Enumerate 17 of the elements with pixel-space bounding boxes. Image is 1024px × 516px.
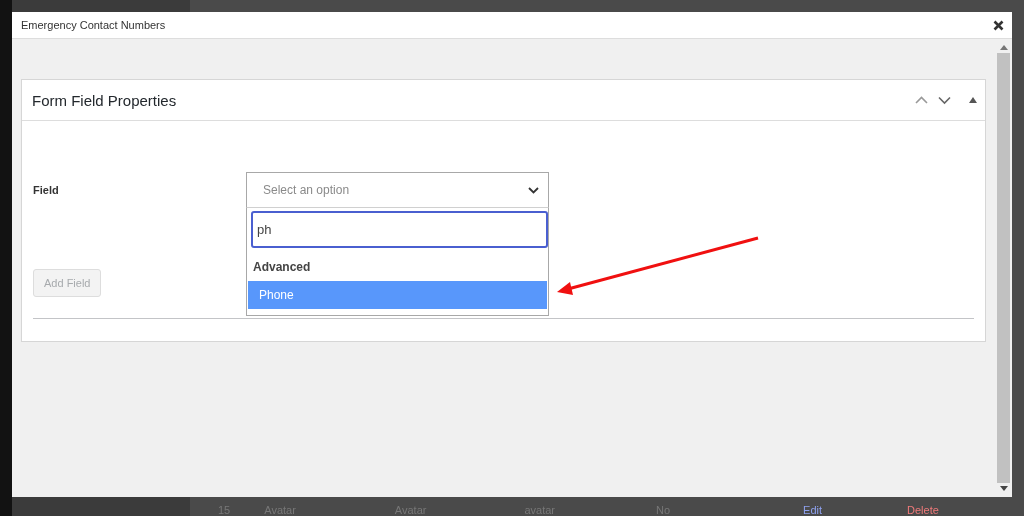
select-placeholder: Select an option bbox=[263, 183, 350, 197]
field-select[interactable]: Select an option bbox=[246, 172, 549, 208]
dialog-title: Emergency Contact Numbers bbox=[21, 19, 166, 31]
edit-link[interactable]: Edit bbox=[803, 505, 823, 516]
search-field[interactable]: ph bbox=[251, 211, 548, 248]
chevron-down-icon[interactable] bbox=[527, 185, 540, 195]
scroll-down-icon[interactable] bbox=[999, 486, 1008, 491]
field-label: Field bbox=[33, 184, 60, 196]
chevron-up-icon[interactable] bbox=[915, 95, 928, 105]
panel-title: Form Field Properties bbox=[32, 91, 177, 109]
scrollbar-thumb[interactable] bbox=[997, 53, 1010, 483]
dropdown-option[interactable]: Phone bbox=[248, 281, 547, 309]
collapse-triangle-icon[interactable] bbox=[969, 97, 977, 103]
option-group-label: Advanced bbox=[252, 259, 312, 276]
scroll-up-icon[interactable] bbox=[999, 45, 1008, 50]
close-icon[interactable] bbox=[993, 19, 1004, 31]
delete-link[interactable]: Delete bbox=[907, 505, 939, 516]
